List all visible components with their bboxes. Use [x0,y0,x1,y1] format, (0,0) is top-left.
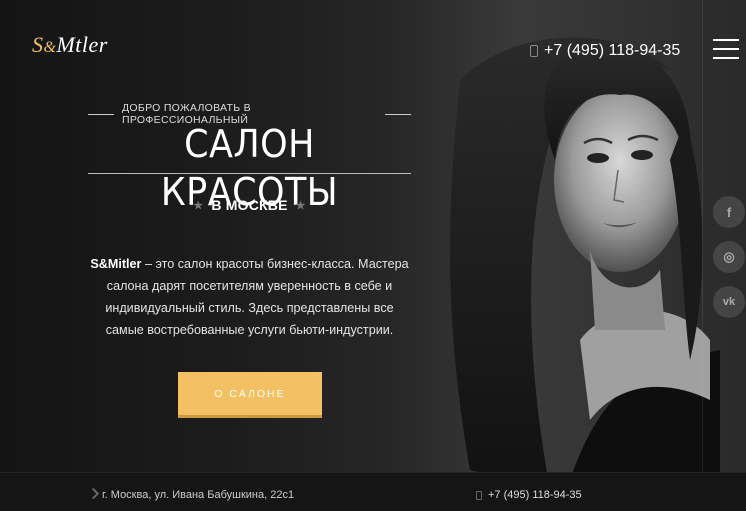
phone-icon [530,45,538,57]
hero-city: ★ В МОСКВЕ ★ [88,197,411,213]
footer-phone-number[interactable]: +7 (495) 118-94-35 [488,489,582,501]
city-text: В МОСКВЕ [211,197,288,213]
logo-name: Mtler [56,32,108,57]
logo-ampersand: & [43,39,57,56]
instagram-icon: ◎ [723,249,735,264]
footer-address-text: г. Москва, ул. Ивана Бабушкина, 22с1 [102,489,295,501]
site-logo[interactable]: S&Mtler [32,32,108,58]
hero-description: S&Mitler – это салон красоты бизнес-клас… [88,253,411,341]
menu-toggle-button[interactable] [713,39,739,59]
vertical-divider [702,0,703,472]
header-phone[interactable]: +7 (495) 118-94-35 [530,42,680,60]
phone-icon [476,490,482,500]
facebook-link[interactable]: f [713,196,745,228]
facebook-icon: f [726,204,732,220]
hero-portrait-image [450,37,720,511]
star-icon: ★ [295,200,306,212]
vk-icon: vk [722,296,736,308]
about-salon-button[interactable]: О САЛОНЕ [178,372,322,415]
title-underline [88,173,411,174]
header-phone-number[interactable]: +7 (495) 118-94-35 [544,42,680,60]
vk-link[interactable]: vk [713,286,745,318]
logo-s: S [32,32,44,57]
footer-phone[interactable]: +7 (495) 118-94-35 [476,489,582,501]
hamburger-icon-line [713,39,739,41]
footer-bar: г. Москва, ул. Ивана Бабушкина, 22с1 +7 … [0,472,746,511]
instagram-link[interactable]: ◎ [713,241,745,273]
hamburger-icon-line [713,57,739,59]
description-brand: S&Mitler [90,257,142,271]
footer-address: г. Москва, ул. Ивана Бабушкина, 22с1 [87,487,295,501]
description-text: – это салон красоты бизнес-класса. Масте… [105,257,409,337]
tagline-dash-right [385,113,411,115]
hamburger-icon-line [713,48,739,50]
tagline-dash-left [88,113,114,115]
star-icon: ★ [193,200,204,212]
location-icon [87,487,100,500]
